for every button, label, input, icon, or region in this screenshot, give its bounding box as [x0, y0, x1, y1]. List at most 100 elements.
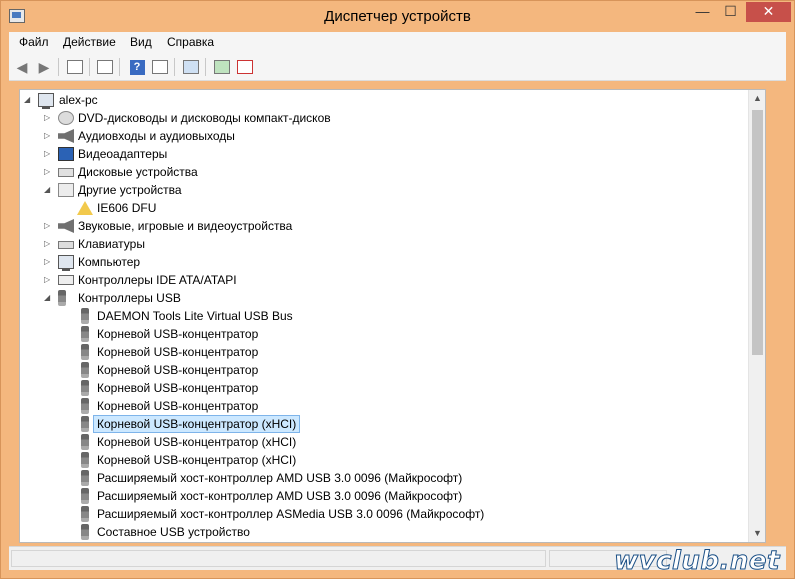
- uninstall-device-icon: [237, 60, 253, 74]
- device-manager-window: Диспетчер устройств — ☐ ✕ Файл Действие …: [0, 0, 795, 579]
- usb-icon: [81, 470, 89, 486]
- usb-icon: [81, 344, 89, 360]
- display-adapter-icon: [58, 147, 74, 161]
- usb-icon: [81, 416, 89, 432]
- usb-icon: [81, 308, 89, 324]
- tree-item-label: Другие устройства: [78, 183, 182, 197]
- back-button[interactable]: ◀: [12, 58, 32, 76]
- expand-arrow-icon[interactable]: ▷: [44, 127, 54, 145]
- close-button[interactable]: ✕: [746, 2, 791, 22]
- tree-item-label: Корневой USB-концентратор (xHCI): [97, 435, 297, 449]
- tree-item-label: Компьютер: [78, 255, 141, 269]
- speaker-icon: [58, 129, 74, 143]
- usb-icon: [81, 524, 89, 540]
- tree-item-label: Составное USB устройство: [97, 525, 250, 539]
- toolbar-separator: [89, 58, 90, 76]
- usb-icon: [81, 326, 89, 342]
- disk-drive-icon: [58, 168, 74, 177]
- title-bar: Диспетчер устройств — ☐ ✕: [1, 1, 794, 32]
- expand-arrow-icon[interactable]: ▷: [44, 109, 54, 127]
- scan-hardware-button[interactable]: [181, 58, 201, 76]
- tree-root-label: alex-pc: [59, 93, 98, 107]
- watermark-logo: wvclub.net: [614, 546, 780, 577]
- show-hide-console-tree-button[interactable]: [65, 58, 85, 76]
- expand-arrow-icon[interactable]: ▷: [44, 253, 54, 271]
- toolbar-separator: [174, 58, 175, 76]
- other-devices-icon: [58, 183, 74, 197]
- properties-button[interactable]: [95, 58, 115, 76]
- tree-item-label: Расширяемый хост-контроллер ASMedia USB …: [97, 507, 485, 521]
- tree-item-label: DAEMON Tools Lite Virtual USB Bus: [97, 309, 293, 323]
- help-icon: ?: [129, 59, 145, 75]
- tree-item-label: Корневой USB-концентратор: [97, 345, 259, 359]
- expand-arrow-icon[interactable]: ▷: [44, 145, 54, 163]
- expand-arrow-icon[interactable]: ▷: [44, 217, 54, 235]
- collapse-arrow-icon[interactable]: ◢: [44, 181, 54, 199]
- disc-icon: [58, 111, 74, 125]
- scrollbar-thumb[interactable]: [752, 110, 763, 355]
- toolbar-separator: [58, 58, 59, 76]
- ide-controller-icon: [58, 275, 74, 285]
- tree-item-label: Корневой USB-концентратор: [97, 363, 259, 377]
- properties-icon: [97, 60, 113, 74]
- speaker-icon: [58, 219, 74, 233]
- computer-icon: [38, 93, 54, 109]
- menu-action[interactable]: Действие: [63, 35, 116, 49]
- tree-item-label: Контроллеры USB: [78, 291, 181, 305]
- selected-tree-item-label: Корневой USB-концентратор (xHCI): [93, 415, 301, 433]
- maximize-button[interactable]: ☐: [717, 2, 744, 22]
- usb-icon: [58, 290, 66, 306]
- tree-item-label: IE606 DFU: [97, 201, 157, 215]
- scroll-up-arrow-icon[interactable]: ▲: [749, 90, 765, 107]
- expand-arrow-icon[interactable]: ▷: [44, 235, 54, 253]
- usb-icon: [81, 398, 89, 414]
- collapse-arrow-icon[interactable]: ◢: [24, 91, 34, 109]
- uninstall-device-button[interactable]: [235, 58, 255, 76]
- console-tree-icon: [67, 60, 83, 74]
- menu-bar: Файл Действие Вид Справка: [9, 32, 786, 53]
- minimize-button[interactable]: —: [689, 2, 716, 22]
- toolbar-separator: [119, 58, 120, 76]
- collapse-arrow-icon[interactable]: ◢: [44, 289, 54, 307]
- usb-icon: [81, 362, 89, 378]
- usb-icon: [81, 452, 89, 468]
- tree-item-label: Корневой USB-концентратор: [97, 327, 259, 341]
- menu-view[interactable]: Вид: [130, 35, 152, 49]
- tree-item-label: Корневой USB-концентратор (xHCI): [97, 453, 297, 467]
- toolbar: ◀ ▶ ?: [9, 53, 786, 81]
- computer-icon: [58, 255, 74, 271]
- tree-item-label: Корневой USB-концентратор: [97, 381, 259, 395]
- menu-help[interactable]: Справка: [167, 35, 214, 49]
- vertical-scrollbar[interactable]: ▲ ▼: [748, 90, 765, 542]
- menu-file[interactable]: Файл: [19, 35, 49, 49]
- usb-icon: [81, 380, 89, 396]
- action-pane-icon: [152, 60, 168, 74]
- action-pane-button[interactable]: [150, 58, 170, 76]
- usb-icon: [81, 434, 89, 450]
- tree-item-label: Видеоадаптеры: [78, 147, 168, 161]
- forward-button[interactable]: ▶: [34, 58, 54, 76]
- tree-item-label: Аудиовходы и аудиовыходы: [78, 129, 235, 143]
- tree-item-label: Дисковые устройства: [78, 165, 198, 179]
- tree-item-label: DVD-дисководы и дисководы компакт-дисков: [78, 111, 331, 125]
- help-button[interactable]: ?: [127, 58, 147, 76]
- device-tree[interactable]: ◢ alex-pc ▷ DVD-дисководы и дисководы ком…: [19, 89, 766, 543]
- tree-item-label: Клавиатуры: [78, 237, 145, 251]
- tree-item-label: Звуковые, игровые и видеоустройства: [78, 219, 293, 233]
- window-title: Диспетчер устройств: [324, 8, 471, 25]
- toolbar-separator: [205, 58, 206, 76]
- keyboard-icon: [58, 241, 74, 249]
- tree-item-label: Расширяемый хост-контроллер AMD USB 3.0 …: [97, 471, 463, 485]
- warning-device-icon: [77, 201, 93, 215]
- expand-arrow-icon[interactable]: ▷: [44, 271, 54, 289]
- tree-item-label: Контроллеры IDE ATA/ATAPI: [78, 273, 237, 287]
- usb-icon: [81, 488, 89, 504]
- update-driver-button[interactable]: [212, 58, 232, 76]
- scan-hardware-icon: [183, 60, 199, 74]
- status-pane-main: [11, 550, 546, 567]
- usb-icon: [81, 506, 89, 522]
- scroll-down-arrow-icon[interactable]: ▼: [749, 525, 765, 542]
- tree-item-label: Корневой USB-концентратор: [97, 399, 259, 413]
- expand-arrow-icon[interactable]: ▷: [44, 163, 54, 181]
- tree-item-label: Расширяемый хост-контроллер AMD USB 3.0 …: [97, 489, 463, 503]
